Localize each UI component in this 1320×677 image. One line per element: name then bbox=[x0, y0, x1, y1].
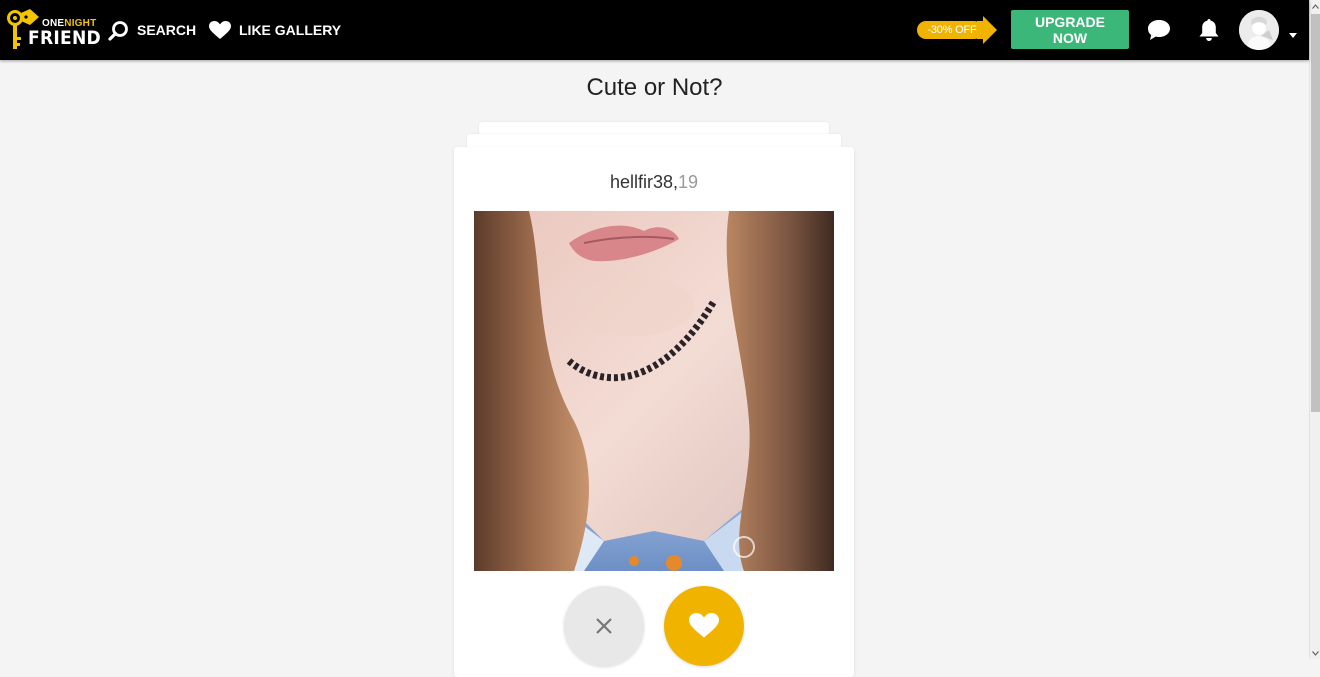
chevron-down-icon[interactable] bbox=[1288, 26, 1298, 38]
search-icon bbox=[108, 20, 129, 41]
logo-text-bottom: FRIEND bbox=[28, 27, 102, 49]
nav-search-link[interactable]: SEARCH bbox=[108, 19, 196, 41]
scroll-down-arrow-icon[interactable] bbox=[1310, 647, 1320, 659]
like-button[interactable] bbox=[664, 586, 744, 666]
page-scrollbar[interactable] bbox=[1309, 0, 1320, 659]
chat-bubble-icon[interactable] bbox=[1146, 17, 1172, 43]
scrollbar-thumb[interactable] bbox=[1311, 14, 1320, 412]
site-logo[interactable]: ONENIGHT FRIEND bbox=[6, 9, 101, 51]
profile-username: hellfir38, bbox=[609, 172, 678, 192]
discount-badge-label: -30% OFF bbox=[927, 24, 977, 36]
dislike-button[interactable] bbox=[564, 586, 644, 666]
profile-card: hellfir38,19 bbox=[454, 147, 854, 677]
discount-badge[interactable]: -30% OFF bbox=[917, 16, 997, 44]
nav-like-gallery-link[interactable]: LIKE GALLERY bbox=[209, 19, 341, 41]
close-icon bbox=[596, 618, 612, 634]
top-navigation-bar: ONENIGHT FRIEND SEARCH LIKE GALLERY -30%… bbox=[0, 0, 1309, 60]
heart-icon bbox=[689, 613, 719, 638]
profile-name-age[interactable]: hellfir38,19 bbox=[454, 172, 854, 193]
bell-icon[interactable] bbox=[1196, 17, 1222, 43]
scroll-up-arrow-icon[interactable] bbox=[1310, 0, 1320, 12]
user-avatar[interactable] bbox=[1239, 10, 1279, 50]
heart-icon bbox=[209, 20, 231, 40]
avatar-image bbox=[1239, 10, 1279, 50]
page-title: Cute or Not? bbox=[586, 74, 723, 101]
profile-age: 19 bbox=[678, 172, 699, 192]
nav-search-label: SEARCH bbox=[137, 22, 197, 38]
upgrade-now-button[interactable]: UPGRADE NOW bbox=[1011, 10, 1129, 49]
nav-like-gallery-label: LIKE GALLERY bbox=[239, 22, 342, 38]
profile-photo[interactable] bbox=[474, 211, 834, 571]
